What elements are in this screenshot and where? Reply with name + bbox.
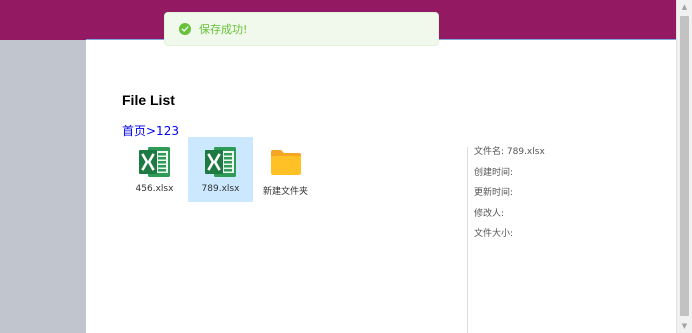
file-details-panel: 文件名: 789.xlsx 创建时间: 更新时间: 修改人: 文件大小: xyxy=(474,146,545,249)
folder-icon xyxy=(269,145,303,179)
file-item-456-xlsx[interactable]: 456.xlsx xyxy=(122,137,187,202)
left-sidebar xyxy=(0,40,86,333)
scrollbar-thumb[interactable] xyxy=(680,16,689,316)
folder-item-new-folder[interactable]: 新建文件夹 xyxy=(253,137,318,202)
detail-modifier: 修改人: xyxy=(474,208,505,219)
file-item-789-xlsx[interactable]: 789.xlsx xyxy=(188,137,253,202)
file-name: 456.xlsx xyxy=(135,184,174,194)
excel-file-icon xyxy=(204,145,238,179)
details-divider xyxy=(467,147,468,333)
detail-created-time: 创建时间: xyxy=(474,167,514,178)
toast-message: 保存成功! xyxy=(199,23,248,36)
success-toast: 保存成功! xyxy=(164,12,439,46)
folder-name: 新建文件夹 xyxy=(262,187,308,197)
page-title: File List xyxy=(122,92,175,108)
file-name: 789.xlsx xyxy=(201,184,240,194)
excel-file-icon xyxy=(138,145,172,179)
detail-filename: 文件名: 789.xlsx xyxy=(474,147,545,157)
vertical-scrollbar[interactable]: ▲ ▼ xyxy=(676,0,692,333)
success-check-icon xyxy=(179,23,191,35)
scroll-up-arrow-icon[interactable]: ▲ xyxy=(677,0,692,14)
detail-file-size: 文件大小: xyxy=(474,229,514,239)
detail-updated-time: 更新时间: xyxy=(474,188,514,198)
scroll-down-arrow-icon[interactable]: ▼ xyxy=(677,319,692,333)
